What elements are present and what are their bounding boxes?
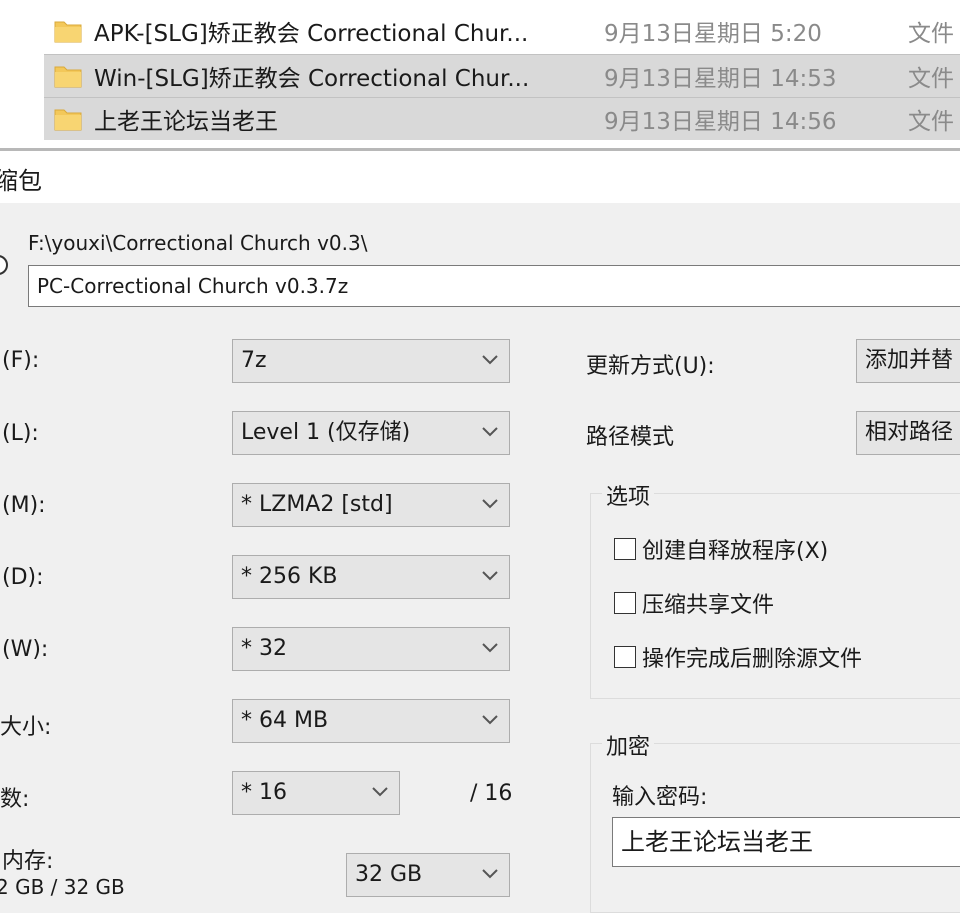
chevron-down-icon [482, 869, 498, 879]
shared-files-option-label: 压缩共享文件 [642, 593, 775, 618]
threads-label: 数: [0, 787, 30, 812]
memory-usage: 2 GB / 32 GB [0, 875, 125, 899]
dialog-titlebar[interactable]: 缩包 [0, 151, 960, 203]
password-label: 输入密码: [612, 785, 708, 810]
word-size-value: * 32 [241, 636, 287, 661]
chevron-down-icon [482, 571, 498, 581]
options-group-title: 选项 [602, 479, 655, 511]
update-mode-label: 更新方式(U): [586, 354, 715, 379]
format-value: 7z [241, 348, 267, 373]
chevron-down-icon [482, 499, 498, 509]
sfx-option[interactable]: 创建自释放程序(X) [614, 533, 828, 565]
memory-label: 内存: [2, 849, 54, 874]
folder-icon [54, 109, 82, 131]
path-mode-select[interactable]: 相对路径 [856, 411, 960, 455]
format-label: (F): [2, 348, 40, 373]
method-label: (M): [2, 493, 46, 518]
format-select[interactable]: 7z [232, 339, 510, 383]
dictionary-label: (D): [2, 565, 44, 590]
chevron-down-icon [482, 643, 498, 653]
path-mode-label: 路径模式 [586, 425, 675, 450]
checkbox[interactable] [614, 646, 636, 668]
dialog-title: 缩包 [0, 167, 42, 195]
chevron-down-icon [482, 715, 498, 725]
solid-block-label: 大小: [0, 715, 52, 740]
level-value: Level 1 (仅存储) [241, 420, 411, 445]
folder-icon [54, 21, 82, 43]
word-size-label: (W): [2, 637, 49, 662]
chevron-down-icon [372, 787, 388, 797]
threads-select[interactable]: * 16 [232, 771, 400, 815]
chevron-down-icon [482, 427, 498, 437]
update-mode-value: 添加并替 [865, 348, 954, 373]
add-to-archive-dialog: 缩包 F:\youxi\Correctional Church v0.3\ PC… [0, 151, 960, 913]
dictionary-value: * 256 KB [241, 564, 338, 589]
folder-icon [54, 66, 82, 88]
level-label: (L): [2, 421, 39, 446]
file-name: Win-[SLG]矫正教会 Correctional Chur... [94, 66, 530, 92]
dictionary-select[interactable]: * 256 KB [232, 555, 510, 599]
method-value: * LZMA2 [std] [241, 492, 393, 517]
file-type: 文件 [908, 21, 954, 47]
chevron-down-icon [482, 355, 498, 365]
file-row[interactable]: APK-[SLG]矫正教会 Correctional Chur... 9月13日… [44, 10, 960, 52]
file-name: 上老王论坛当老王 [94, 109, 278, 135]
method-select[interactable]: * LZMA2 [std] [232, 483, 510, 527]
threads-max: / 16 [470, 781, 513, 806]
solid-block-select[interactable]: * 64 MB [232, 699, 510, 743]
checkbox[interactable] [614, 592, 636, 614]
shared-files-option[interactable]: 压缩共享文件 [614, 587, 774, 619]
file-type: 文件 [908, 109, 954, 135]
sfx-option-label: 创建自释放程序(X) [642, 539, 829, 564]
archive-folder-path: F:\youxi\Correctional Church v0.3\ [28, 231, 368, 255]
checkbox[interactable] [614, 538, 636, 560]
password-input[interactable]: 上老王论坛当老王 [612, 817, 960, 867]
path-mode-value: 相对路径 [865, 420, 954, 445]
memory-value: 32 GB [355, 862, 423, 887]
threads-value: * 16 [241, 780, 287, 805]
file-row[interactable]: Win-[SLG]矫正教会 Correctional Chur... 9月13日… [44, 54, 960, 98]
file-date: 9月13日星期日 14:56 [604, 109, 837, 135]
delete-source-option[interactable]: 操作完成后删除源文件 [614, 641, 862, 673]
archive-name-input[interactable]: PC-Correctional Church v0.3.7z [28, 265, 960, 307]
explorer-file-list: APK-[SLG]矫正教会 Correctional Chur... 9月13日… [0, 0, 960, 151]
file-date: 9月13日星期日 14:53 [604, 66, 837, 92]
file-type: 文件 [908, 66, 954, 92]
encryption-group-title: 加密 [602, 729, 655, 761]
word-size-select[interactable]: * 32 [232, 627, 510, 671]
solid-block-value: * 64 MB [241, 708, 329, 733]
file-row[interactable]: 上老王论坛当老王 9月13日星期日 14:56 文件 [44, 98, 960, 140]
update-mode-select[interactable]: 添加并替 [856, 339, 960, 383]
file-name: APK-[SLG]矫正教会 Correctional Chur... [94, 21, 529, 47]
file-date: 9月13日星期日 5:20 [604, 21, 822, 47]
memory-select[interactable]: 32 GB [346, 853, 510, 897]
level-select[interactable]: Level 1 (仅存储) [232, 411, 510, 455]
delete-source-option-label: 操作完成后删除源文件 [642, 647, 863, 672]
archive-history-button[interactable] [0, 255, 8, 275]
dialog-body: F:\youxi\Correctional Church v0.3\ PC-Co… [0, 203, 960, 913]
